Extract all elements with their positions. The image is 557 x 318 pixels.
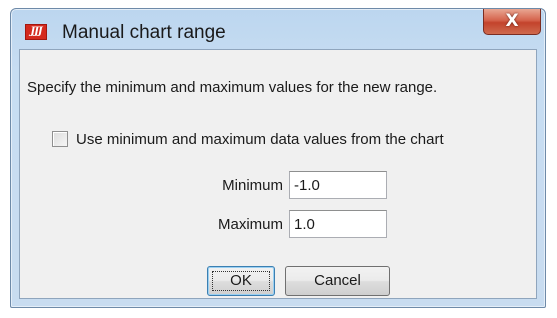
minimum-input[interactable] [289,171,387,199]
window-title: Manual chart range [62,22,226,43]
close-button[interactable]: X [483,9,541,35]
ok-button-label: OK [230,272,252,289]
cancel-button-label: Cancel [314,272,361,289]
ok-button[interactable]: OK [207,266,275,296]
cancel-button[interactable]: Cancel [285,266,390,296]
use-data-values-label[interactable]: Use minimum and maximum data values from… [76,131,444,148]
close-icon: X [505,11,519,31]
app-icon: JJJ [25,24,47,40]
instructions-text: Specify the minimum and maximum values f… [27,79,438,96]
dialog-window: JJJ Manual chart range X Specify the min… [10,8,546,308]
maximum-input[interactable] [289,210,387,238]
minimum-label: Minimum [222,177,283,194]
use-data-values-option[interactable]: Use minimum and maximum data values from… [52,129,444,149]
title-bar[interactable]: JJJ Manual chart range X [11,9,545,51]
maximum-label: Maximum [217,216,283,233]
dialog-content: Specify the minimum and maximum values f… [19,49,537,299]
use-data-values-checkbox[interactable] [52,131,68,147]
